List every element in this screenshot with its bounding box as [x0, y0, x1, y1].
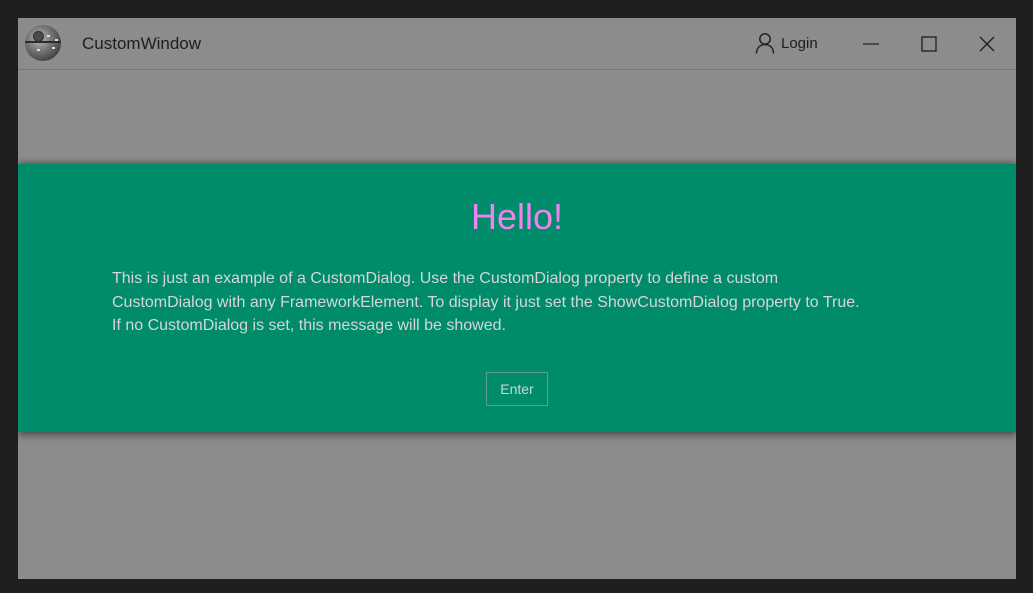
maximize-icon — [921, 35, 937, 52]
death-star-icon — [25, 25, 61, 61]
custom-dialog: Hello! This is just an example of a Cust… — [18, 164, 1016, 432]
login-label: Login — [781, 34, 818, 52]
dialog-title: Hello! — [470, 196, 564, 237]
enter-button[interactable]: Enter — [486, 372, 548, 406]
dialog-message-line: This is just an example of a CustomDialo… — [112, 270, 779, 287]
maximize-button[interactable] — [904, 18, 954, 69]
dialog-message-line: CustomDialog with any FrameworkElement. … — [112, 293, 860, 311]
dialog-message: This is just an example of a CustomDialo… — [112, 267, 952, 338]
title-bar[interactable]: CustomWindow Login — [18, 18, 1016, 70]
minimize-icon — [863, 42, 879, 45]
dialog-message-line: If no CustomDialog is set, this message … — [112, 317, 506, 334]
minimize-button[interactable] — [846, 18, 896, 69]
window-title: CustomWindow — [82, 34, 202, 53]
close-button[interactable] — [962, 18, 1012, 69]
user-icon — [755, 33, 775, 54]
login-button[interactable]: Login — [755, 31, 818, 55]
close-icon — [979, 36, 995, 51]
custom-window: CustomWindow Login Hello! This is just a… — [18, 18, 1016, 579]
